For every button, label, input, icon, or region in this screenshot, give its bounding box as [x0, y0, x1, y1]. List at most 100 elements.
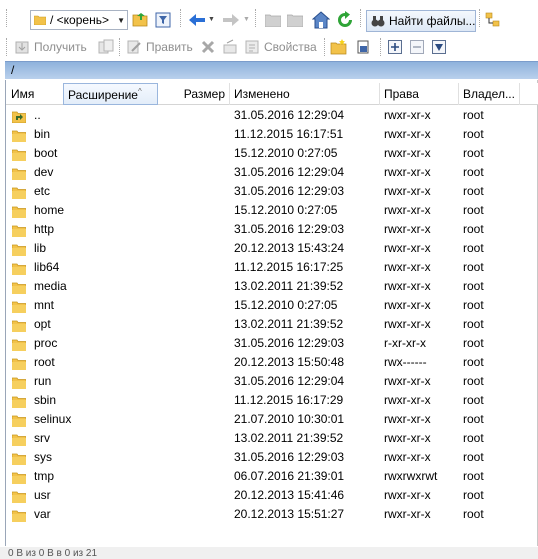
toolbar-grip[interactable]	[380, 38, 383, 56]
unselect-files-button[interactable]	[406, 36, 428, 58]
toolbar-grip[interactable]	[6, 38, 9, 56]
refresh-button[interactable]	[334, 9, 356, 31]
table-row[interactable]: dev 31.05.2016 12:29:04 rwxr-xr-x root	[6, 163, 538, 182]
cell-rights: rwxr-xr-x	[384, 317, 431, 331]
root-directory-button[interactable]	[284, 9, 306, 31]
forward-history-dropdown[interactable]: ▼	[243, 16, 250, 23]
file-name: home	[34, 203, 65, 217]
table-row[interactable]: home 15.12.2010 0:27:05 rwxr-xr-x root	[6, 201, 538, 220]
table-row[interactable]: sys 31.05.2016 12:29:03 rwxr-xr-x root	[6, 448, 538, 467]
table-row[interactable]: http 31.05.2016 12:29:03 rwxr-xr-x root	[6, 220, 538, 239]
cell-owner: root	[463, 184, 484, 198]
parent-directory-button[interactable]	[262, 9, 284, 31]
cell-name: usr	[11, 486, 51, 505]
invert-selection-button[interactable]	[428, 36, 450, 58]
home-directory-button[interactable]	[310, 9, 332, 31]
table-row[interactable]: mnt 15.12.2010 0:27:05 rwxr-xr-x root	[6, 296, 538, 315]
cell-name: lib64	[11, 258, 60, 277]
table-row[interactable]: run 31.05.2016 12:29:04 rwxr-xr-x root	[6, 372, 538, 391]
file-list[interactable]: Имя ^ Расширение Размер Изменено Права В…	[5, 80, 538, 546]
back-button[interactable]	[186, 9, 208, 31]
table-row[interactable]: .. 31.05.2016 12:29:04 rwxr-xr-x root	[6, 106, 538, 125]
cell-rights: rwxr-xr-x	[384, 298, 431, 312]
copy-to-button[interactable]	[95, 36, 117, 58]
column-rights[interactable]: Права	[380, 83, 459, 105]
table-row[interactable]: root 20.12.2013 15:50:48 rwx------ root	[6, 353, 538, 372]
file-name: sys	[34, 450, 52, 464]
cell-name: run	[11, 372, 51, 391]
new-folder-button[interactable]	[328, 36, 350, 58]
toolbar-grip[interactable]	[360, 9, 363, 27]
select-files-button[interactable]	[384, 36, 406, 58]
rename-icon	[223, 39, 237, 54]
cell-name: sys	[11, 448, 52, 467]
folder-icon	[11, 224, 27, 237]
folder-icon	[11, 433, 27, 446]
edit-label: Править	[146, 40, 193, 54]
cell-name: home	[11, 201, 65, 220]
file-toolbar: Получить Править Свойства	[0, 34, 538, 60]
current-path-bar[interactable]: /	[5, 61, 538, 79]
forward-button[interactable]	[220, 9, 242, 31]
binoculars-icon	[371, 16, 385, 27]
file-name: lib64	[34, 260, 60, 274]
toolbar-grip[interactable]	[119, 38, 122, 56]
properties-icon	[245, 40, 259, 54]
root-folder-icon	[287, 14, 303, 27]
table-row[interactable]: usr 20.12.2013 15:41:46 rwxr-xr-x root	[6, 486, 538, 505]
edit-button[interactable]: Править	[126, 36, 193, 58]
cell-rights: rwxr-xr-x	[384, 203, 431, 217]
toolbar-grip[interactable]	[255, 9, 258, 27]
properties-button[interactable]: Свойства	[244, 36, 317, 58]
column-modified[interactable]: Изменено	[230, 83, 380, 105]
folder-icon	[11, 395, 27, 408]
cell-owner: root	[463, 488, 484, 502]
filter-button[interactable]	[152, 9, 174, 31]
table-row[interactable]: lib 20.12.2013 15:43:24 rwxr-xr-x root	[6, 239, 538, 258]
minus-icon	[410, 40, 424, 54]
path-combo[interactable]: / <корень> ▼	[30, 10, 128, 30]
rename-button[interactable]	[219, 36, 241, 58]
file-name: dev	[34, 165, 54, 179]
tree-view-button[interactable]	[482, 9, 504, 31]
table-row[interactable]: selinux 21.07.2010 10:30:01 rwxr-xr-x root	[6, 410, 538, 429]
delete-button[interactable]	[197, 36, 219, 58]
table-row[interactable]: etc 31.05.2016 12:29:03 rwxr-xr-x root	[6, 182, 538, 201]
table-row[interactable]: boot 15.12.2010 0:27:05 rwxr-xr-x root	[6, 144, 538, 163]
table-row[interactable]: sbin 11.12.2015 16:17:29 rwxr-xr-x root	[6, 391, 538, 410]
folder-icon	[34, 15, 46, 25]
table-row[interactable]: opt 13.02.2011 21:39:52 rwxr-xr-x root	[6, 315, 538, 334]
new-file-button[interactable]	[352, 36, 374, 58]
table-row[interactable]: proc 31.05.2016 12:29:03 r-xr-xr-x root	[6, 334, 538, 353]
file-name: selinux	[34, 412, 72, 426]
find-files-button[interactable]: Найти файлы...	[366, 10, 476, 32]
home-icon	[312, 11, 330, 29]
table-row[interactable]: bin 11.12.2015 16:17:51 rwxr-xr-x root	[6, 125, 538, 144]
column-name[interactable]: Имя	[7, 83, 63, 105]
folder-icon	[11, 262, 27, 275]
table-row[interactable]: var 20.12.2013 15:51:27 rwxr-xr-x root	[6, 505, 538, 524]
file-name: media	[34, 279, 67, 293]
column-extension-label: Расширение	[68, 88, 138, 102]
toolbar-grip[interactable]	[324, 38, 327, 56]
table-row[interactable]: srv 13.02.2011 21:39:52 rwxr-xr-x root	[6, 429, 538, 448]
cell-name: root	[11, 353, 55, 372]
column-owner[interactable]: Владел...	[459, 83, 520, 105]
folder-icon	[11, 471, 27, 484]
new-file-icon	[357, 40, 369, 54]
back-history-dropdown[interactable]: ▼	[208, 16, 215, 23]
table-row[interactable]: tmp 06.07.2016 21:39:01 rwxrwxrwt root	[6, 467, 538, 486]
get-button[interactable]: Получить	[14, 36, 87, 58]
toolbar-grip[interactable]	[6, 9, 9, 27]
copy-icon	[98, 39, 114, 54]
column-extension[interactable]: ^ Расширение	[63, 83, 158, 105]
cell-modified: 21.07.2010 10:30:01	[234, 412, 345, 426]
toolbar-grip[interactable]	[180, 9, 183, 27]
column-size[interactable]: Размер	[158, 83, 230, 105]
cell-name: boot	[11, 144, 57, 163]
open-directory-button[interactable]	[130, 9, 152, 31]
table-row[interactable]: media 13.02.2011 21:39:52 rwxr-xr-x root	[6, 277, 538, 296]
cell-name: sbin	[11, 391, 56, 410]
chevron-down-icon[interactable]: ▼	[117, 16, 125, 25]
table-row[interactable]: lib64 11.12.2015 16:17:25 rwxr-xr-x root	[6, 258, 538, 277]
